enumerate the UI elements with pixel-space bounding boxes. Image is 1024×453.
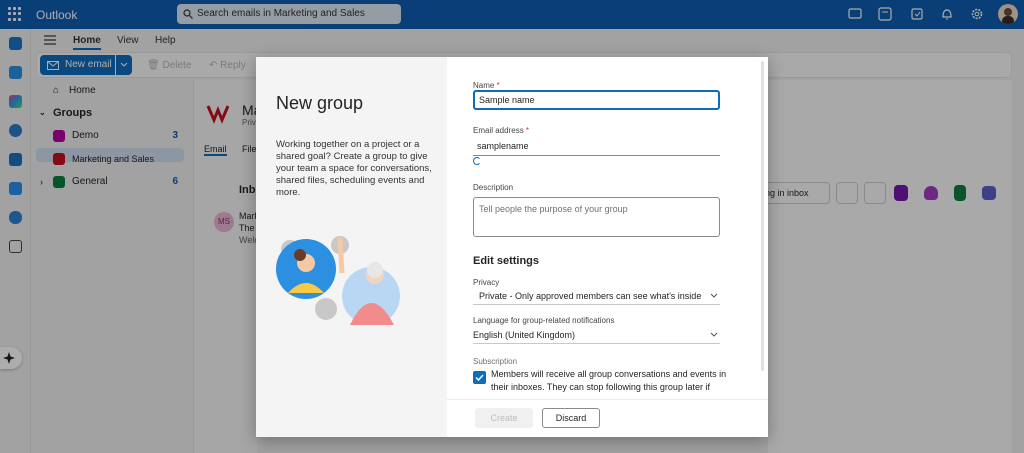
discard-button[interactable]: Discard <box>542 408 600 428</box>
subscription-checkbox[interactable] <box>473 371 486 384</box>
required-marker: * <box>525 126 530 135</box>
language-value: English (United Kingdom) <box>473 330 576 340</box>
group-form: Name * Sample name Email address * sampl… <box>473 57 763 399</box>
privacy-select[interactable]: Private - Only approved members can see … <box>473 291 720 305</box>
description-textarea[interactable]: Tell people the purpose of your group <box>473 197 720 237</box>
loading-spinner-icon <box>473 157 481 165</box>
dialog-intro-panel: New group Working together on a project … <box>256 57 447 437</box>
dialog-scrollbar[interactable] <box>761 61 764 371</box>
chevron-down-icon <box>710 332 718 337</box>
privacy-label: Privacy <box>473 278 500 287</box>
email-address-input[interactable]: samplename <box>477 141 529 151</box>
required-marker: * <box>496 81 500 90</box>
language-label: Language for group-related notifications <box>473 316 615 325</box>
email-underline <box>473 155 720 156</box>
language-underline <box>473 343 720 344</box>
create-button[interactable]: Create <box>475 408 533 428</box>
name-label-text: Name <box>473 81 495 90</box>
dialog-footer: Create Discard <box>447 399 768 437</box>
edit-settings-heading: Edit settings <box>473 255 540 267</box>
subscription-label: Subscription <box>473 357 518 366</box>
description-label: Description <box>473 183 514 192</box>
privacy-value: Private - Only approved members can see … <box>479 291 702 301</box>
group-illustration <box>276 236 400 325</box>
dialog-description: Working together on a project or a share… <box>276 139 432 198</box>
name-label: Name * <box>473 81 500 90</box>
group-name-input[interactable]: Sample name <box>473 90 720 110</box>
subscription-text: Members will receive all group conversat… <box>491 369 727 392</box>
email-label: Email address * <box>473 126 529 135</box>
new-group-dialog: New group Working together on a project … <box>256 57 768 437</box>
email-label-text: Email address <box>473 126 524 135</box>
dialog-title: New group <box>276 93 364 113</box>
checkmark-icon <box>475 374 484 382</box>
privacy-underline <box>473 304 720 305</box>
chevron-down-icon <box>710 293 718 298</box>
language-select[interactable]: English (United Kingdom) <box>473 330 720 344</box>
